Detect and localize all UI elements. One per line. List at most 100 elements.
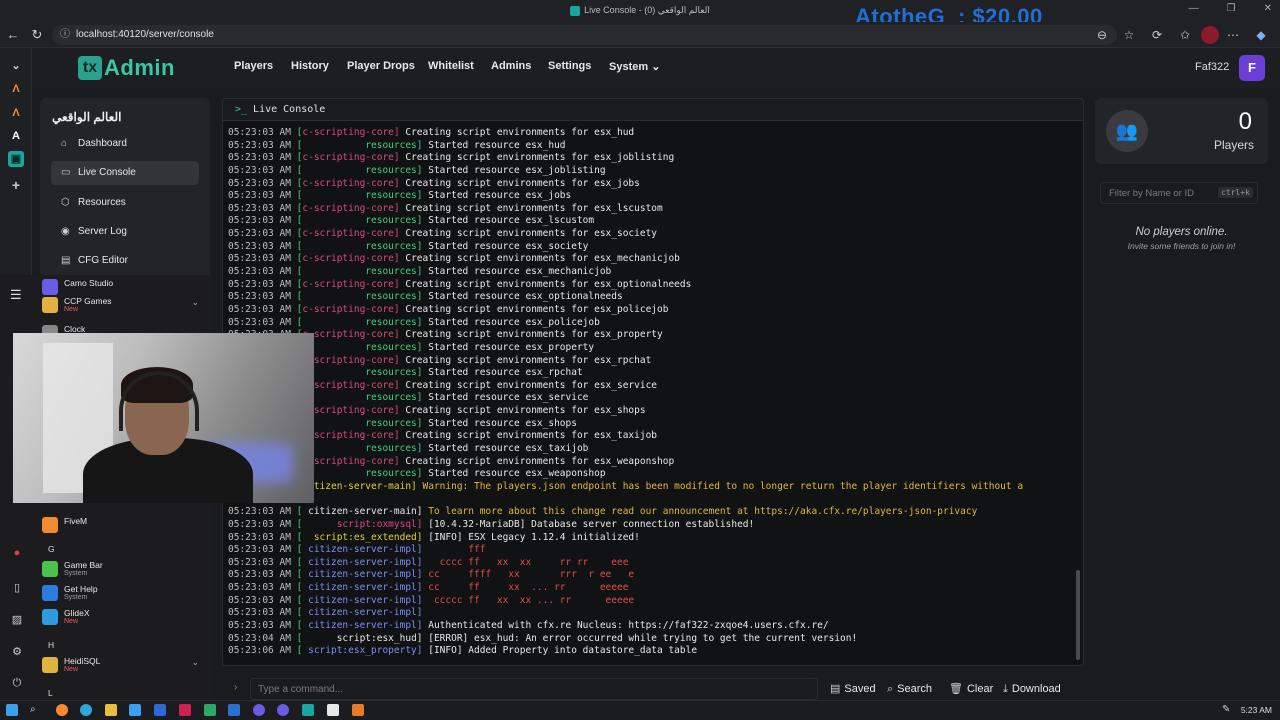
- log-message: Started resource esx_lscustom: [428, 215, 595, 227]
- windows-start-icon[interactable]: [6, 704, 18, 716]
- maximize-button[interactable]: ❐: [1227, 3, 1236, 14]
- console-log[interactable]: 05:23:03 AM [c-scripting-core] Creating …: [228, 127, 1078, 658]
- console-scrollbar[interactable]: [1076, 570, 1080, 660]
- outlook-icon[interactable]: [154, 704, 166, 716]
- settings-icon[interactable]: ⚙: [10, 645, 24, 658]
- log-message: Creating script environments for esx_pol…: [405, 303, 669, 315]
- console-line: 05:23:03 AM [ resources] Started resourc…: [228, 241, 1078, 254]
- txadmin-icon[interactable]: ▣: [8, 151, 24, 167]
- copilot-icon[interactable]: ◆: [1252, 26, 1270, 44]
- record-icon[interactable]: ●: [10, 547, 24, 559]
- profile-avatar[interactable]: [1201, 26, 1219, 44]
- favorite-star-icon[interactable]: ☆: [1120, 26, 1138, 44]
- log-timestamp: 05:23:03 AM: [228, 569, 291, 581]
- app-icon: [42, 585, 58, 601]
- start-menu-item[interactable]: GlideX New: [42, 607, 207, 631]
- store-icon[interactable]: [129, 704, 141, 716]
- vscode-icon[interactable]: [228, 704, 240, 716]
- console-line: 05:23:06 AM [ script:esx_property] [INFO…: [228, 645, 1078, 658]
- console-line: 05:23:03 AM [ resources] Started resourc…: [228, 291, 1078, 304]
- sidebar-item-resources[interactable]: ⬡ Resources: [51, 191, 199, 215]
- txadmin-taskbar-icon[interactable]: [302, 704, 314, 716]
- power-icon[interactable]: ⏻: [10, 677, 24, 690]
- document-icon[interactable]: ▯: [10, 581, 24, 594]
- reload-icon[interactable]: ↻: [28, 26, 46, 44]
- clear-button[interactable]: 🗑 Clear: [949, 680, 993, 698]
- start-menu-item[interactable]: CCP Games New ⌄: [42, 295, 207, 319]
- sublime-icon[interactable]: [352, 704, 364, 716]
- refresh-extension-icon[interactable]: ⟳: [1148, 26, 1166, 44]
- log-source: c-scripting-core]: [302, 202, 400, 214]
- sidebar-item-live-console[interactable]: ▭ Live Console: [51, 161, 199, 185]
- log-message: Creating script environments for esx_hud: [405, 127, 635, 138]
- explorer-icon[interactable]: [105, 704, 117, 716]
- discord-icon[interactable]: [277, 704, 289, 716]
- favorites-icon[interactable]: ✩: [1176, 26, 1194, 44]
- nav-system[interactable]: System ⌄: [609, 60, 660, 73]
- log-timestamp: 05:23:03 AM: [228, 202, 291, 214]
- chevron-down-icon[interactable]: ⌄: [191, 657, 199, 668]
- server-nav-card: العالم الواقعي ⌂ Dashboard ▭ Live Console …: [40, 98, 210, 278]
- start-menu-item-name: CCP Games: [64, 296, 112, 306]
- sidebar-item-cfg-editor[interactable]: ▤ CFG Editor: [51, 249, 199, 273]
- taskbar: ⌕ ✎ 5:23 AM: [0, 700, 1280, 720]
- pen-icon[interactable]: ✎: [1222, 704, 1234, 716]
- log-message: [INFO] Added Property into datastore_dat…: [428, 645, 698, 657]
- nav-settings[interactable]: Settings: [548, 60, 591, 72]
- fivem-icon[interactable]: Λ: [8, 81, 24, 97]
- nav-whitelist[interactable]: Whitelist: [428, 60, 474, 72]
- pictures-icon[interactable]: ▨: [10, 613, 24, 626]
- log-message: Creating script environments for esx_job…: [405, 177, 640, 189]
- user-name[interactable]: Faf322: [1195, 61, 1229, 73]
- a-icon[interactable]: A: [8, 128, 24, 144]
- notepad-icon[interactable]: [327, 704, 339, 716]
- camo-icon[interactable]: [253, 704, 265, 716]
- sidebar-item-server-log[interactable]: ◉ Server Log: [51, 220, 199, 244]
- start-menu-item-sub: New: [64, 618, 79, 625]
- log-source: script:esx_property]: [302, 645, 423, 657]
- start-menu-item[interactable]: FiveM: [42, 515, 207, 539]
- start-menu-item[interactable]: Game Bar System: [42, 559, 207, 583]
- url-field[interactable]: ⓘ localhost:40120/server/console: [52, 25, 1117, 45]
- start-menu-item[interactable]: Get Help System: [42, 583, 207, 607]
- nav-admins[interactable]: Admins: [491, 60, 531, 72]
- log-message: Warning: The players.json endpoint has b…: [422, 480, 1024, 492]
- start-menu-letter-header[interactable]: H: [48, 640, 54, 650]
- app-icon-red[interactable]: [179, 704, 191, 716]
- clock[interactable]: 5:23 AM: [1241, 705, 1272, 715]
- back-icon[interactable]: ←: [4, 26, 22, 44]
- sidebar-item-dashboard[interactable]: ⌂ Dashboard: [51, 132, 199, 156]
- log-message: Creating script environments for esx_wea…: [405, 455, 675, 467]
- edge-icon[interactable]: [80, 704, 92, 716]
- user-avatar[interactable]: F: [1239, 55, 1265, 81]
- log-message: Started resource esx_optionalneeds: [428, 291, 623, 303]
- search-taskbar-icon[interactable]: ⌕: [30, 704, 42, 716]
- chevron-down-icon[interactable]: ⌄: [191, 297, 199, 308]
- start-menu-letter-header[interactable]: L: [48, 688, 53, 698]
- nav-history[interactable]: History: [291, 60, 329, 72]
- close-button[interactable]: ✕: [1264, 3, 1272, 14]
- firefox-icon[interactable]: [56, 704, 68, 716]
- log-message: Started resource esx_property: [428, 341, 595, 353]
- txadmin-logo[interactable]: tx Admin: [78, 53, 175, 83]
- start-menu-item-name: FiveM: [64, 516, 88, 526]
- app-icon-green[interactable]: [204, 704, 216, 716]
- download-button[interactable]: ⤓ Download: [1003, 680, 1061, 698]
- start-menu-item-name: Camo Studio: [64, 278, 114, 288]
- hamburger-icon[interactable]: ☰: [10, 287, 22, 303]
- nav-players[interactable]: Players: [234, 60, 273, 72]
- search-button[interactable]: ⌕ Search: [887, 680, 932, 698]
- nav-player-drops[interactable]: Player Drops: [347, 60, 415, 72]
- start-menu-item[interactable]: HeidiSQL New ⌄: [42, 655, 207, 679]
- saved-button[interactable]: ▤ Saved: [830, 680, 876, 698]
- start-menu-letter-header[interactable]: G: [48, 544, 55, 554]
- chevron-down-icon[interactable]: ⌄: [8, 58, 24, 74]
- menu-dots-icon[interactable]: ⋯: [1224, 26, 1242, 44]
- add-icon[interactable]: +: [8, 177, 24, 193]
- info-icon[interactable]: ⓘ: [60, 25, 70, 45]
- minimize-button[interactable]: —: [1189, 3, 1199, 14]
- fivem-icon-2[interactable]: Λ: [8, 105, 24, 121]
- log-timestamp: 05:23:03 AM: [228, 190, 291, 202]
- reader-icon[interactable]: ⊖: [1093, 26, 1111, 44]
- command-input[interactable]: [250, 678, 818, 700]
